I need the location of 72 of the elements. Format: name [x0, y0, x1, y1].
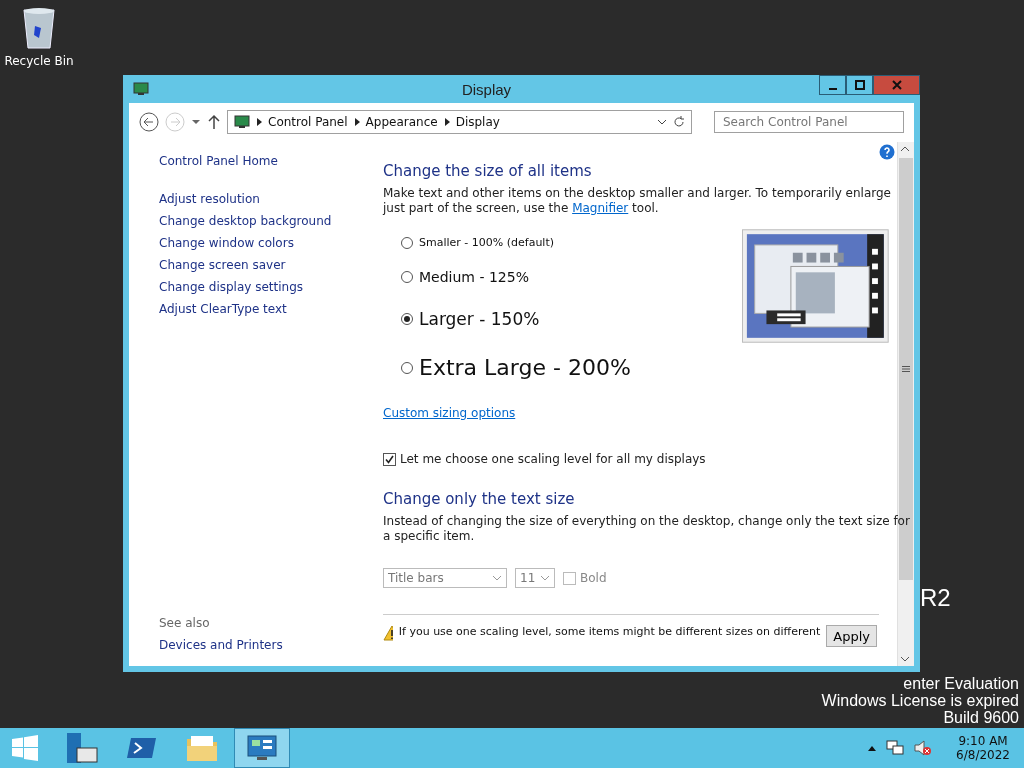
- checkbox-label: Let me choose one scaling level for all my displays: [400, 452, 706, 466]
- breadcrumb-item[interactable]: Control Panel: [268, 115, 348, 129]
- close-button[interactable]: [873, 75, 920, 95]
- section-heading: Change only the text size: [383, 490, 576, 508]
- edition-text: R2: [920, 584, 951, 612]
- refresh-icon[interactable]: [673, 116, 685, 128]
- maximize-button[interactable]: [846, 75, 873, 95]
- control-panel-icon: [247, 735, 277, 761]
- section-heading: Change the size of all items: [383, 162, 593, 180]
- sidebar-link[interactable]: Change screen saver: [159, 258, 359, 272]
- branding-text: Windows License is expired: [821, 692, 1019, 709]
- sidebar-link[interactable]: Change desktop background: [159, 214, 359, 228]
- description-text: Make text and other items on the desktop smaller and larger. To temporarily enlarge just part of the screen, use the Magnifier tool.: [383, 186, 892, 216]
- apply-button[interactable]: Apply: [826, 625, 877, 647]
- chevron-down-icon: [492, 574, 502, 582]
- warning-text: If you use one scaling level, some items might be different sizes on different: [398, 625, 821, 638]
- taskbar-app[interactable]: [234, 728, 290, 768]
- item-dropdown[interactable]: Title bars: [383, 568, 507, 588]
- scaling-option[interactable]: Medium - 125%: [401, 269, 695, 285]
- magnifier-link[interactable]: Magnifier: [572, 201, 629, 215]
- search-field[interactable]: Search Control Panel: [714, 111, 904, 133]
- branding-text: Build 9600: [943, 709, 1019, 726]
- maximize-icon: [854, 80, 865, 90]
- clock[interactable]: 9:10 AM 6/8/2022: [956, 734, 1010, 762]
- desktop-icon-label[interactable]: Recycle Bin: [4, 54, 74, 68]
- scaling-option[interactable]: Smaller - 100% (default): [401, 236, 695, 249]
- minimize-icon: [828, 88, 837, 90]
- checkbox[interactable]: [383, 452, 396, 466]
- checkbox-label: Bold: [580, 571, 607, 585]
- grip-icon: [902, 366, 910, 372]
- description-text: Instead of changing the size of everything on the desktop, change only the text size for a specific item.: [383, 514, 911, 544]
- checkmark-icon: [385, 454, 394, 464]
- warning-icon: [383, 625, 393, 641]
- sidebar-link[interactable]: Control Panel Home: [159, 154, 359, 168]
- see-also-heading: See also: [159, 616, 211, 630]
- breadcrumb-item[interactable]: Appearance: [365, 115, 438, 129]
- terminal-icon: [127, 736, 157, 760]
- back-button[interactable]: [139, 112, 159, 132]
- recycle-bin-icon[interactable]: [21, 6, 57, 50]
- custom-sizing-link[interactable]: Custom sizing options: [383, 406, 516, 420]
- caret-icon[interactable]: [868, 745, 877, 751]
- checkbox[interactable]: [563, 571, 576, 585]
- bold-checkbox-row[interactable]: Bold: [563, 571, 607, 585]
- chevron-icon: [353, 118, 360, 126]
- monitor-icon: [234, 115, 250, 129]
- breadcrumb-item[interactable]: Display: [455, 115, 500, 129]
- chevron-icon: [256, 118, 262, 126]
- close-icon: [891, 80, 902, 90]
- monitor-icon: [133, 82, 149, 96]
- up-button[interactable]: [207, 114, 221, 130]
- chevron-down-icon: [540, 574, 550, 582]
- network-icon[interactable]: [886, 740, 905, 756]
- minimize-button[interactable]: [819, 75, 846, 95]
- sidebar-link[interactable]: Adjust ClearType text: [159, 302, 359, 316]
- chevron-icon: [443, 118, 450, 126]
- scaling-checkbox-row[interactable]: Let me choose one scaling level for all my displays: [383, 452, 889, 466]
- recent-dropdown[interactable]: [191, 117, 201, 127]
- sidebar-link[interactable]: Change display settings: [159, 280, 359, 294]
- address-bar[interactable]: Control Panel Appearance Display: [227, 110, 692, 134]
- server-icon: [65, 732, 99, 764]
- sidebar-link[interactable]: Change window colors: [159, 236, 359, 250]
- scaling-option[interactable]: Extra Large - 200%: [401, 355, 695, 380]
- window-title: Display: [460, 80, 513, 98]
- help-icon[interactable]: [879, 144, 895, 160]
- branding-text: enter Evaluation: [903, 675, 1019, 692]
- speaker-muted-icon[interactable]: [914, 740, 933, 756]
- folder-icon: [186, 734, 218, 762]
- dropdown-icon[interactable]: [657, 118, 667, 126]
- font-size-dropdown[interactable]: 11: [515, 568, 555, 588]
- sidebar-link[interactable]: Devices and Printers: [159, 638, 359, 652]
- sidebar-link[interactable]: Adjust resolution: [159, 192, 359, 206]
- scaling-option[interactable]: Larger - 150%: [401, 309, 695, 329]
